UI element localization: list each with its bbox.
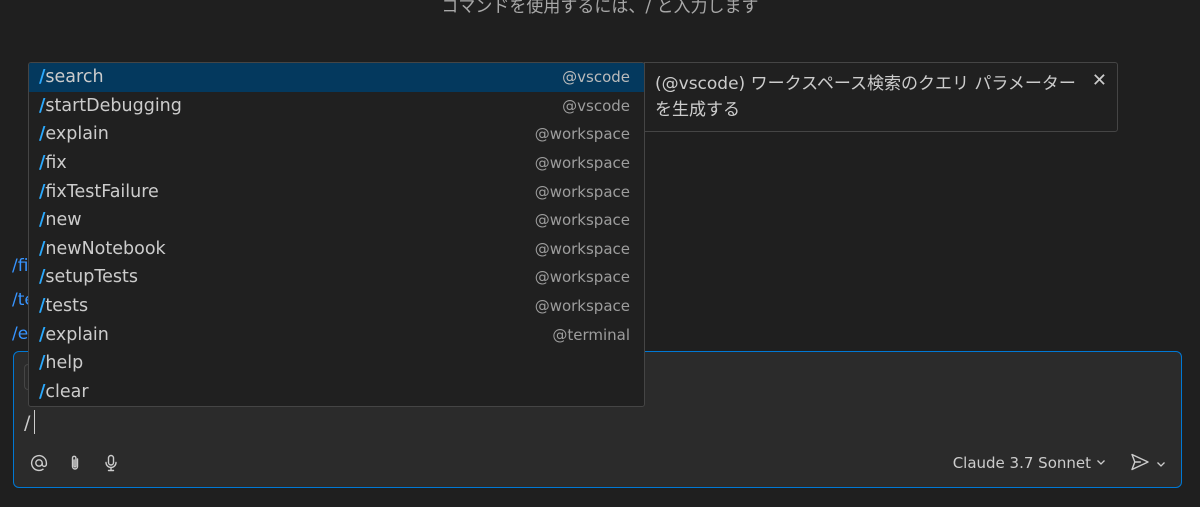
details-text: (@vscode) ワークスペース検索のクエリ パラメーターを生成する (655, 74, 1076, 120)
suggest-item-participant: @workspace (534, 211, 630, 230)
command-name: newNotebook (45, 238, 166, 259)
command-suggest-list: /search @vscode/startDebugging @vscode/exp… (28, 62, 645, 407)
model-name: Claude 3.7 Sonnet (952, 454, 1091, 472)
suggest-item-participant: @workspace (534, 239, 630, 258)
suggest-item-participant: @workspace (534, 268, 630, 287)
suggest-item[interactable]: /fixTestFailure @workspace (29, 177, 644, 206)
model-picker[interactable]: Claude 3.7 Sonnet (953, 454, 1107, 472)
suggest-details-pane: (@vscode) ワークスペース検索のクエリ パラメーターを生成する ✕ (644, 62, 1118, 132)
suggest-item-participant: @workspace (534, 125, 630, 144)
suggest-item[interactable]: /search @vscode (29, 63, 644, 92)
suggest-item-label: /new (39, 210, 535, 230)
suggest-item-participant: @workspace (534, 297, 630, 316)
command-name: search (45, 67, 104, 88)
chat-hint: コマンドを使用するには、/ と入力します (441, 0, 759, 17)
suggest-item[interactable]: /clear (29, 378, 644, 406)
suggest-item[interactable]: /help (29, 349, 644, 378)
suggest-item-participant: @vscode (562, 96, 630, 115)
suggest-item-participant: @workspace (534, 182, 630, 201)
command-name: setupTests (45, 267, 138, 288)
suggest-item-label: /help (39, 353, 630, 373)
chevron-down-icon (1095, 454, 1107, 472)
suggest-item[interactable]: /startDebugging @vscode (29, 92, 644, 121)
suggest-item-participant: @workspace (534, 154, 630, 173)
suggest-item[interactable]: /explain @workspace (29, 120, 644, 149)
command-name: startDebugging (45, 95, 182, 116)
text-cursor (34, 410, 35, 434)
send-icon[interactable] (1129, 451, 1151, 477)
command-name: fixTestFailure (45, 181, 159, 202)
suggest-item[interactable]: /tests @workspace (29, 292, 644, 321)
command-name: new (45, 210, 82, 231)
suggest-item[interactable]: /new @workspace (29, 206, 644, 235)
command-name: help (45, 353, 84, 374)
command-name: explain (45, 124, 109, 145)
chevron-down-icon[interactable] (1155, 455, 1167, 474)
paperclip-icon[interactable] (64, 452, 86, 474)
command-name: explain (45, 324, 109, 345)
at-icon[interactable] (28, 452, 50, 474)
suggest-item[interactable]: /setupTests @workspace (29, 263, 644, 292)
suggest-item-participant: @vscode (562, 68, 630, 87)
suggest-item-participant: @terminal (552, 325, 630, 344)
input-toolbar (28, 452, 122, 474)
command-name: clear (45, 381, 89, 402)
send-button-group[interactable] (1129, 451, 1167, 477)
suggest-item[interactable]: /fix @workspace (29, 149, 644, 178)
suggest-item-label: /newNotebook (39, 239, 535, 259)
suggest-item-label: /explain (39, 124, 535, 144)
suggest-item-label: /explain (39, 325, 552, 345)
suggest-item-label: /clear (39, 382, 630, 402)
suggest-item-label: /tests (39, 296, 535, 316)
command-name: fix (45, 153, 67, 174)
suggest-item-label: /fixTestFailure (39, 182, 535, 202)
suggest-item-label: /fix (39, 153, 535, 173)
suggest-item-label: /search (39, 67, 562, 87)
command-name: tests (45, 296, 89, 317)
microphone-icon[interactable] (100, 452, 122, 474)
close-icon[interactable]: ✕ (1092, 72, 1107, 90)
suggest-item-label: /startDebugging (39, 96, 562, 116)
suggest-item[interactable]: /newNotebook @workspace (29, 235, 644, 264)
chat-input-text[interactable]: / (24, 412, 30, 434)
suggest-item-label: /setupTests (39, 267, 535, 287)
suggest-item[interactable]: /explain @terminal (29, 320, 644, 349)
